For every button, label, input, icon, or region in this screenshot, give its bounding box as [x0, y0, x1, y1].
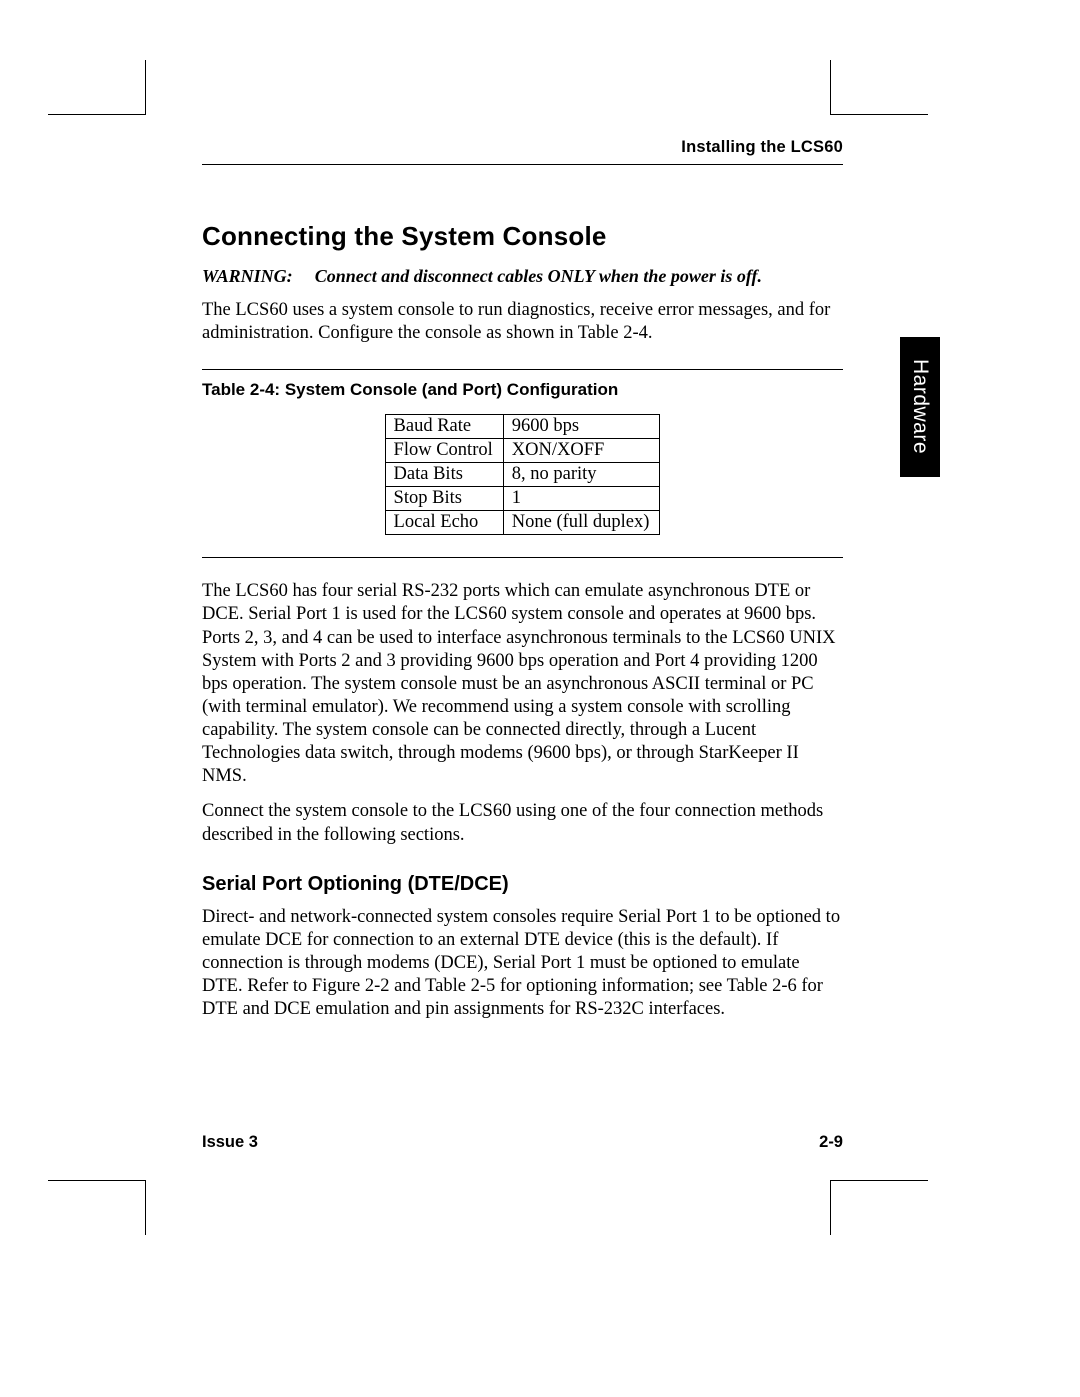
- value-cell: 1: [503, 487, 660, 511]
- value-cell: XON/XOFF: [503, 439, 660, 463]
- intro-paragraph: The LCS60 uses a system console to run d…: [202, 299, 843, 345]
- side-tab-hardware: Hardware: [900, 337, 940, 477]
- side-tab-label: Hardware: [908, 359, 932, 454]
- optioning-paragraph: Direct- and network-connected system con…: [202, 906, 843, 1022]
- connect-paragraph: Connect the system console to the LCS60 …: [202, 800, 843, 846]
- sub-section-title: Serial Port Optioning (DTE/DCE): [202, 873, 843, 896]
- crop-mark-tl: [48, 60, 146, 115]
- table-row: Flow Control XON/XOFF: [385, 439, 660, 463]
- crop-mark-bl: [48, 1180, 146, 1235]
- crop-mark-tr: [830, 60, 928, 115]
- param-cell: Data Bits: [385, 463, 503, 487]
- value-cell: 8, no parity: [503, 463, 660, 487]
- value-cell: None (full duplex): [503, 511, 660, 535]
- table-row: Stop Bits 1: [385, 487, 660, 511]
- table-rule-top: Table 2-4: System Console (and Port) Con…: [202, 369, 843, 558]
- footer-issue: Issue 3: [202, 1133, 258, 1152]
- table-row: Local Echo None (full duplex): [385, 511, 660, 535]
- ports-paragraph: The LCS60 has four serial RS-232 ports w…: [202, 580, 843, 788]
- table-caption: Table 2-4: System Console (and Port) Con…: [202, 380, 843, 400]
- value-cell: 9600 bps: [503, 415, 660, 439]
- warning-label: WARNING:: [202, 266, 293, 287]
- table-row: Data Bits 8, no parity: [385, 463, 660, 487]
- param-cell: Flow Control: [385, 439, 503, 463]
- running-head: Installing the LCS60: [202, 138, 843, 165]
- section-title: Connecting the System Console: [202, 221, 843, 252]
- param-cell: Baud Rate: [385, 415, 503, 439]
- crop-mark-br: [830, 1180, 928, 1235]
- param-cell: Stop Bits: [385, 487, 503, 511]
- warning-text: Connect and disconnect cables ONLY when …: [315, 266, 762, 287]
- warning-row: WARNING: Connect and disconnect cables O…: [202, 266, 843, 287]
- param-cell: Local Echo: [385, 511, 503, 535]
- page-body: Installing the LCS60 Connecting the Syst…: [202, 138, 843, 1033]
- footer-page-number: 2-9: [819, 1133, 843, 1152]
- table-rule-bottom: [202, 557, 843, 558]
- config-table: Baud Rate 9600 bps Flow Control XON/XOFF…: [385, 414, 661, 535]
- page-footer: Issue 3 2-9: [202, 1133, 843, 1152]
- table-row: Baud Rate 9600 bps: [385, 415, 660, 439]
